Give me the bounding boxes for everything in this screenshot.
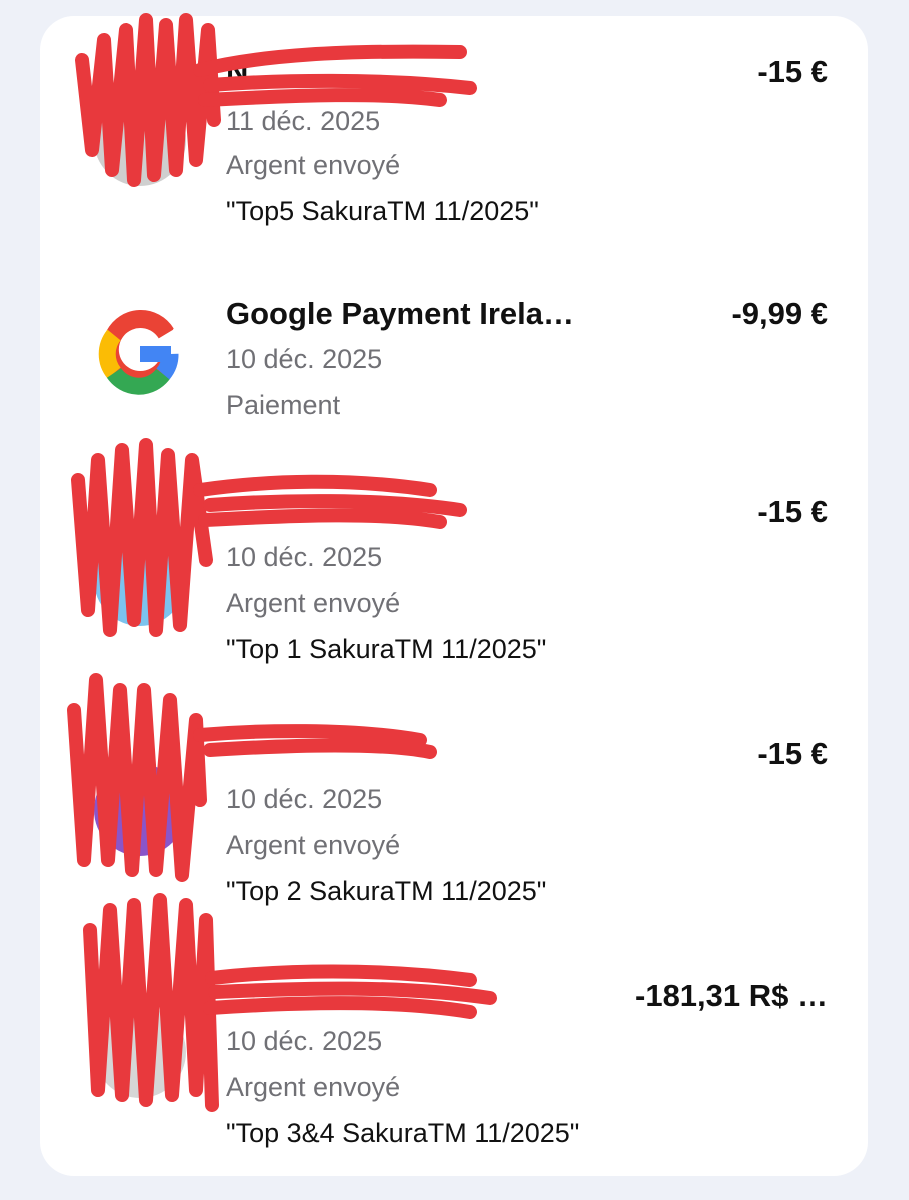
- transaction-type: Argent envoyé: [226, 588, 401, 618]
- google-logo-icon: [94, 308, 186, 400]
- transaction-note: "Top 1 SakuraTM 11/2025": [226, 634, 547, 664]
- transaction-note: "Top 2 SakuraTM 11/2025": [226, 876, 547, 906]
- transaction-amount: -15 €: [757, 54, 828, 89]
- transaction-note: "Top 3&4 SakuraTM 11/2025": [226, 1118, 580, 1148]
- transaction-date: 11 déc. 2025: [226, 106, 381, 136]
- transaction-row[interactable]: N -15 € 11 déc. 2025 Argent envoyé "Top5…: [40, 54, 868, 254]
- transaction-row[interactable]: Google Payment Irela… -9,99 € 10 déc. 20…: [40, 296, 868, 436]
- contact-avatar: [94, 94, 186, 186]
- transaction-note: "Top5 SakuraTM 11/2025": [226, 196, 539, 226]
- transaction-type: Argent envoyé: [226, 150, 401, 180]
- contact-avatar: [94, 1006, 186, 1098]
- transaction-type: Paiement: [226, 390, 341, 420]
- transaction-date: 10 déc. 2025: [226, 344, 383, 374]
- transaction-name: Google Payment Irela…: [226, 296, 574, 331]
- contact-avatar: [94, 764, 186, 856]
- transaction-row[interactable]: -15 € 10 déc. 2025 Argent envoyé "Top 1 …: [40, 494, 868, 694]
- transaction-amount: -15 €: [757, 494, 828, 529]
- transaction-date: 10 déc. 2025: [226, 1026, 383, 1056]
- transaction-date: 10 déc. 2025: [226, 542, 383, 572]
- transaction-type: Argent envoyé: [226, 830, 401, 860]
- transaction-type: Argent envoyé: [226, 1072, 401, 1102]
- transaction-row[interactable]: -181,31 R$ … 10 déc. 2025 Argent envoyé …: [40, 978, 868, 1168]
- transactions-card: N -15 € 11 déc. 2025 Argent envoyé "Top5…: [40, 16, 868, 1176]
- transaction-date: 10 déc. 2025: [226, 784, 383, 814]
- transaction-amount: -15 €: [757, 736, 828, 771]
- transaction-amount: -181,31 R$ …: [635, 978, 828, 1013]
- transaction-amount: -9,99 €: [731, 296, 828, 331]
- transaction-row[interactable]: -15 € 10 déc. 2025 Argent envoyé "Top 2 …: [40, 736, 868, 936]
- contact-avatar: [94, 534, 186, 626]
- transaction-name: N: [226, 54, 249, 89]
